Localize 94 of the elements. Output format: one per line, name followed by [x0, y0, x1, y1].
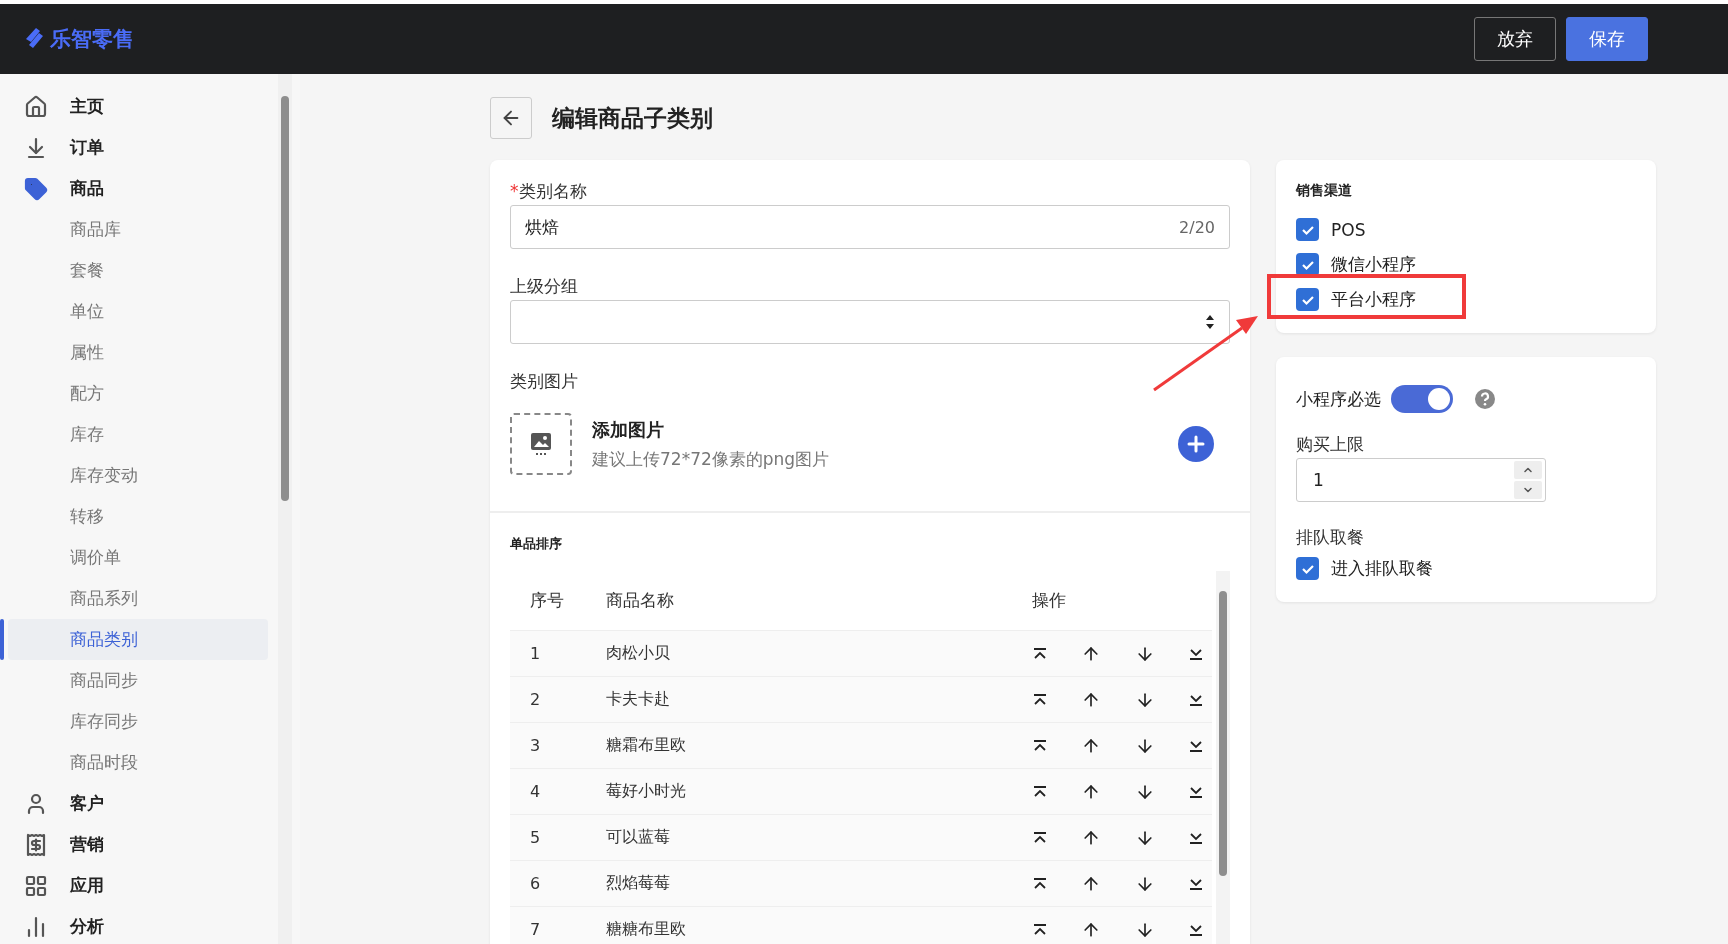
receipt-icon [24, 832, 48, 857]
save-button[interactable]: 保存 [1566, 17, 1648, 61]
sidebar-subitem[interactable]: 商品系列 [8, 578, 268, 619]
image-upload-box[interactable] [510, 413, 572, 475]
sidebar-subitem[interactable]: 属性 [8, 332, 268, 373]
move-to-bottom-icon[interactable] [1188, 784, 1204, 799]
select-field[interactable] [510, 300, 1230, 344]
move-to-top-icon[interactable] [1032, 876, 1048, 891]
column-header: 序号 [530, 589, 565, 612]
table-cell-text: 莓好小时光 [606, 781, 687, 802]
checkbox-label: 微信小程序 [1331, 253, 1416, 276]
move-to-top-icon[interactable] [1032, 830, 1048, 845]
number-field[interactable]: 1 [1296, 458, 1546, 502]
move-to-bottom-icon[interactable] [1188, 922, 1204, 937]
move-to-top-icon[interactable] [1032, 738, 1048, 753]
checkbox-label: POS [1331, 219, 1366, 240]
sidebar-item[interactable]: 订单 [0, 127, 300, 168]
discard-button[interactable]: 放弃 [1474, 17, 1556, 61]
sidebar-subitem[interactable]: 套餐 [8, 250, 268, 291]
sidebar-subitem[interactable]: 单位 [8, 291, 268, 332]
field-label: 排队取餐 [1296, 526, 1365, 549]
toggle-label: 小程序必选 [1296, 387, 1381, 411]
table-cell-text: 1 [530, 644, 542, 663]
sidebar-subitem[interactable]: 转移 [8, 496, 268, 537]
table-cell-text: 肉松小贝 [606, 643, 671, 664]
table-cell-text: 烈焰莓莓 [606, 873, 671, 894]
sidebar-subitem[interactable]: 商品同步 [8, 660, 268, 701]
page-title: 编辑商品子类别 [552, 103, 713, 133]
table-cell-text: 5 [530, 828, 542, 847]
image-icon [530, 432, 552, 456]
table-cell-text: 3 [530, 736, 542, 755]
table-cell-text: 糖糖布里欧 [606, 919, 687, 940]
checkbox-label: 平台小程序 [1331, 288, 1416, 311]
sidebar-subitem[interactable]: 库存同步 [8, 701, 268, 742]
move-to-top-icon[interactable] [1032, 646, 1048, 661]
move-to-bottom-icon[interactable] [1188, 692, 1204, 707]
table-cell-text: 6 [530, 874, 542, 893]
sidebar-item[interactable]: 主页 [0, 86, 300, 127]
sidebar-subitem[interactable]: 库存 [8, 414, 268, 455]
table-cell-text: 糖霜布里欧 [606, 735, 687, 756]
move-to-top-icon[interactable] [1032, 784, 1048, 799]
grid-icon [24, 873, 48, 898]
sidebar-subitem[interactable]: 商品库 [8, 209, 268, 250]
move-to-bottom-icon[interactable] [1188, 830, 1204, 845]
table-cell-text: 4 [530, 782, 542, 801]
sidebar-item[interactable]: 分析 [0, 906, 300, 944]
checkbox[interactable] [1296, 218, 1319, 241]
house-icon [24, 94, 48, 119]
sort-caret-icon [1205, 314, 1215, 330]
table-cell-text: 卡夫卡赴 [606, 689, 671, 710]
column-header: 操作 [1032, 589, 1067, 612]
field-label: 上级分组 [510, 275, 579, 298]
upload-title: 添加图片 [592, 417, 665, 442]
column-header: 商品名称 [606, 589, 675, 612]
field-label: 类别图片 [510, 370, 579, 393]
sidebar-item[interactable]: 应用 [0, 865, 300, 906]
upload-hint: 建议上传72*72像素的png图片 [592, 447, 831, 471]
move-to-top-icon[interactable] [1032, 922, 1048, 937]
increment-button[interactable] [1514, 461, 1542, 479]
sidebar-subitem[interactable]: 库存变动 [8, 455, 268, 496]
tag-icon [24, 176, 48, 201]
sidebar-subitem[interactable]: 调价单 [8, 537, 268, 578]
scrollbar[interactable] [278, 74, 292, 944]
character-counter: 2/20 [1179, 217, 1215, 237]
move-to-bottom-icon[interactable] [1188, 738, 1204, 753]
sidebar-item[interactable]: 商品 [0, 168, 300, 209]
move-to-top-icon[interactable] [1032, 692, 1048, 707]
sidebar-item[interactable]: 客户 [0, 783, 300, 824]
table-cell-text: 2 [530, 690, 542, 709]
checkbox[interactable] [1296, 253, 1319, 276]
scrollbar[interactable] [1216, 571, 1230, 944]
sidebar-subitem[interactable]: 配方 [8, 373, 268, 414]
help-icon[interactable] [1475, 389, 1495, 409]
input-field[interactable]: 烘焙 2/20 [510, 205, 1230, 249]
add-image-button[interactable] [1178, 426, 1214, 462]
field-label: *类别名称 [510, 180, 588, 203]
sidebar-item[interactable]: 营销 [0, 824, 300, 865]
section-title: 单品排序 [509, 535, 563, 553]
checkbox[interactable] [1296, 557, 1319, 580]
field-label: 购买上限 [1296, 433, 1365, 456]
brand-name: 乐智零售 [50, 26, 134, 53]
toggle-switch[interactable] [1391, 385, 1453, 413]
card-title: 销售渠道 [1296, 182, 1353, 200]
selection-indicator [0, 619, 4, 660]
move-to-bottom-icon[interactable] [1188, 876, 1204, 891]
table-cell-text: 7 [530, 920, 542, 939]
logo-icon [24, 27, 46, 51]
sidebar-subitem[interactable]: 商品时段 [8, 742, 268, 783]
move-to-bottom-icon[interactable] [1188, 646, 1204, 661]
back-button[interactable] [490, 97, 532, 139]
checkbox-label: 进入排队取餐 [1331, 557, 1433, 580]
table-cell-text: 可以蓝莓 [606, 827, 671, 848]
checkbox[interactable] [1296, 288, 1319, 311]
decrement-button[interactable] [1514, 481, 1542, 499]
